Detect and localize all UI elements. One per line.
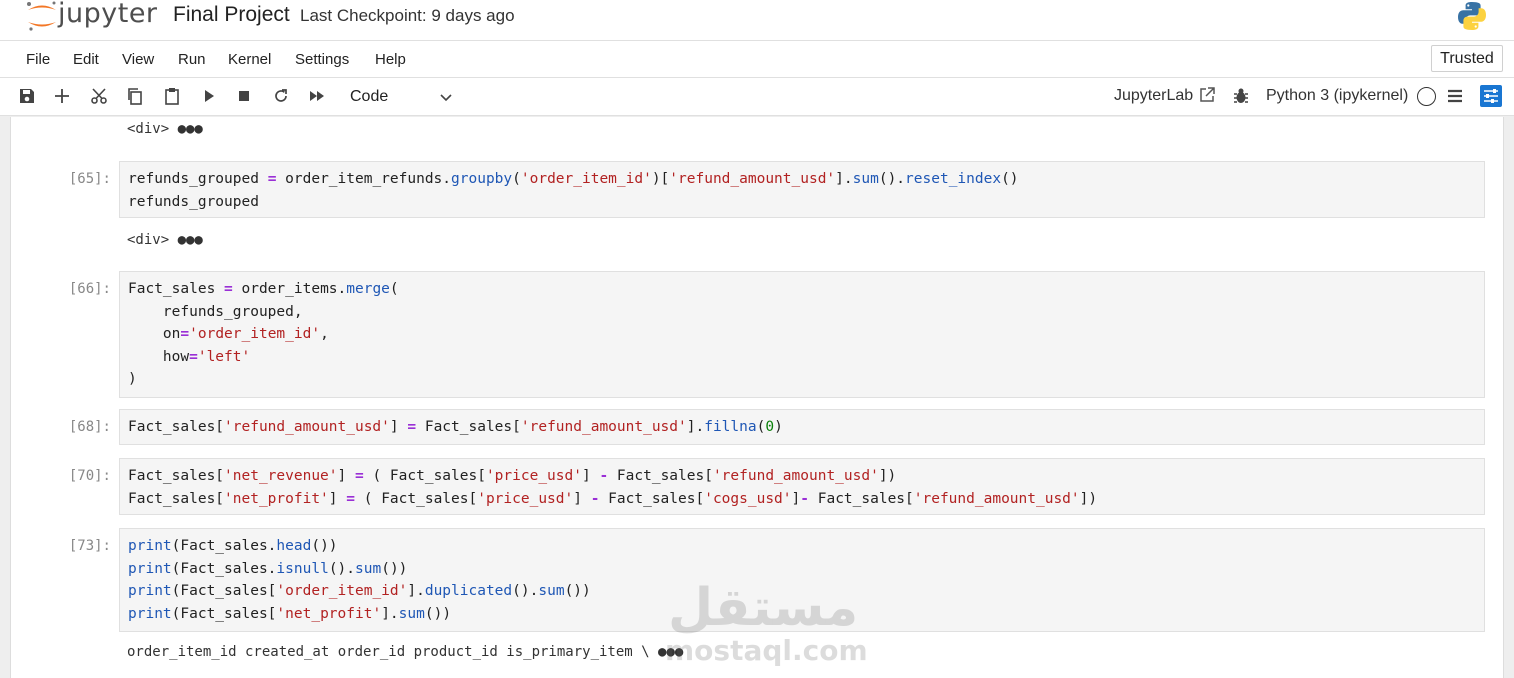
copy-icon[interactable]	[125, 86, 145, 106]
debugger-bug-icon[interactable]	[1232, 87, 1250, 105]
code-cell-input[interactable]: Fact_sales = order_items.merge( refunds_…	[119, 271, 1485, 398]
code-line: refunds_grouped = order_item_refunds.gro…	[128, 171, 1019, 187]
cell-prompt: [65]:	[68, 171, 111, 187]
external-link-icon[interactable]	[1198, 86, 1216, 104]
cell-prompt: [66]:	[68, 281, 111, 297]
code-line: how='left'	[128, 348, 251, 365]
menu-help[interactable]: Help	[375, 51, 406, 68]
cut-icon[interactable]	[89, 86, 109, 106]
cell-output[interactable]: <div> ●●●	[127, 232, 203, 248]
code-line: refunds_grouped,	[128, 303, 303, 320]
notebook-panel: <div> ●●● [65]: refunds_grouped = order_…	[10, 117, 1504, 678]
cell-output[interactable]: <div> ●●●	[127, 121, 203, 137]
top-header: jupyter Final Project Last Checkpoint: 9…	[0, 0, 1514, 40]
code-cell-input[interactable]: Fact_sales['net_revenue'] = ( Fact_sales…	[119, 458, 1485, 515]
code-line: Fact_sales['net_profit'] = ( Fact_sales[…	[128, 490, 1098, 507]
code-line: )	[128, 371, 137, 388]
code-line: print(Fact_sales['net_profit'].sum())	[128, 605, 452, 622]
menu-settings[interactable]: Settings	[295, 51, 349, 68]
code-cell-input[interactable]: refunds_grouped = order_item_refunds.gro…	[119, 161, 1485, 218]
fast-forward-icon[interactable]	[307, 86, 327, 106]
menu-run[interactable]: Run	[178, 51, 206, 68]
code-line: Fact_sales = order_items.merge(	[128, 281, 399, 297]
paste-icon[interactable]	[162, 86, 182, 106]
checkpoint-status: Last Checkpoint: 9 days ago	[300, 6, 515, 25]
code-line: Fact_sales['refund_amount_usd'] = Fact_s…	[128, 419, 783, 435]
menu-view[interactable]: View	[122, 51, 154, 68]
save-icon[interactable]	[17, 86, 37, 106]
menu-bar: File Edit View Run Kernel Settings Help	[0, 40, 1514, 78]
code-line: print(Fact_sales.isnull().sum())	[128, 560, 408, 577]
jupyterlab-link[interactable]: JupyterLab	[1114, 87, 1193, 105]
run-icon[interactable]	[199, 86, 219, 106]
notebook-title[interactable]: Final Project	[173, 3, 290, 27]
cell-prompt: [68]:	[68, 419, 111, 435]
cell-prompt: [70]:	[68, 468, 111, 484]
code-line: print(Fact_sales.head())	[128, 538, 338, 554]
code-line: Fact_sales['net_revenue'] = ( Fact_sales…	[128, 468, 897, 484]
menu-kernel[interactable]: Kernel	[228, 51, 271, 68]
stop-icon[interactable]	[234, 86, 254, 106]
code-line: print(Fact_sales['order_item_id'].duplic…	[128, 583, 591, 600]
code-line: on='order_item_id',	[128, 326, 329, 343]
property-inspector-icon[interactable]	[1480, 85, 1502, 107]
cell-prompt: [73]:	[68, 538, 111, 554]
chevron-down-icon[interactable]	[438, 90, 454, 106]
add-cell-icon[interactable]	[52, 86, 72, 106]
menu-edit[interactable]: Edit	[73, 51, 99, 68]
menu-file[interactable]: File	[26, 51, 50, 68]
cell-output[interactable]: order_item_id created_at order_id produc…	[127, 644, 683, 660]
kernel-status-icon	[1417, 87, 1436, 106]
code-cell-input[interactable]: Fact_sales['refund_amount_usd'] = Fact_s…	[119, 409, 1485, 445]
python-logo-icon	[1458, 2, 1486, 30]
menu-list-icon[interactable]	[1446, 87, 1464, 105]
restart-icon[interactable]	[271, 86, 291, 106]
jupyter-logo-text: jupyter	[58, 0, 158, 29]
code-cell-input[interactable]: print(Fact_sales.head()) print(Fact_sale…	[119, 528, 1485, 632]
kernel-name[interactable]: Python 3 (ipykernel)	[1266, 87, 1408, 105]
code-line: refunds_grouped	[128, 193, 259, 210]
trusted-badge[interactable]: Trusted	[1431, 45, 1503, 72]
